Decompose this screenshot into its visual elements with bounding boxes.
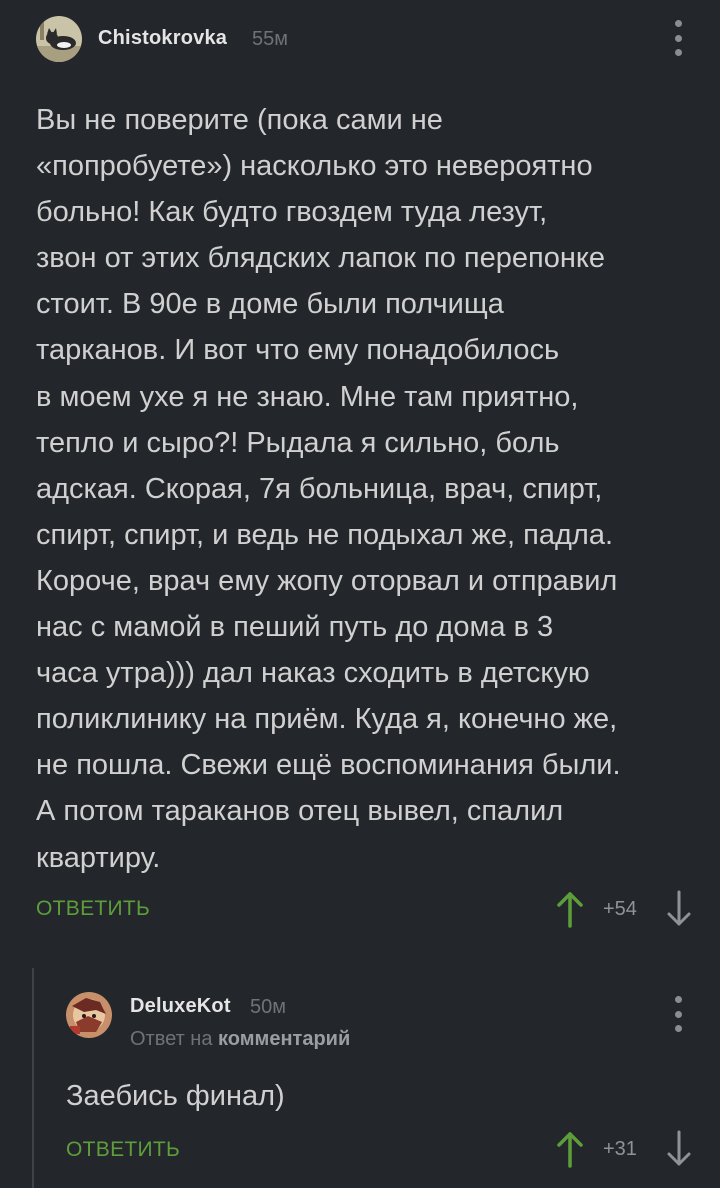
upvote-arrow-icon[interactable]: [555, 1130, 585, 1168]
comment: Chistokrovka 55м Вы не поверите (пока са…: [0, 0, 720, 960]
reply-to-label: Ответ на комментарий: [130, 1028, 350, 1051]
rating-score: +31: [603, 1138, 637, 1160]
downvote-arrow-icon[interactable]: [664, 1130, 694, 1168]
reply-button[interactable]: ОТВЕТИТЬ: [36, 897, 150, 921]
more-options-icon[interactable]: [672, 996, 684, 1032]
comment-text: Заебись финал): [66, 1080, 285, 1112]
cat-avatar-icon[interactable]: [36, 16, 82, 62]
more-options-icon[interactable]: [672, 20, 684, 56]
username[interactable]: Chistokrovka: [98, 27, 227, 50]
downvote-arrow-icon[interactable]: [664, 890, 694, 928]
rating-score: +54: [603, 898, 637, 920]
timestamp: 55м: [252, 28, 288, 50]
upvote-arrow-icon[interactable]: [555, 890, 585, 928]
reply-to-link[interactable]: комментарий: [218, 1028, 350, 1050]
reply-comment: DeluxeKot 50м Ответ на комментарий Заеби…: [0, 960, 720, 1188]
comment-text: Вы не поверите (пока сами не «попробуете…: [36, 104, 621, 874]
username[interactable]: DeluxeKot: [130, 995, 231, 1018]
reply-to-prefix: Ответ на: [130, 1028, 213, 1050]
reply-button[interactable]: ОТВЕТИТЬ: [66, 1138, 180, 1162]
timestamp: 50м: [250, 996, 286, 1018]
illustrated-avatar-icon[interactable]: [66, 992, 112, 1038]
